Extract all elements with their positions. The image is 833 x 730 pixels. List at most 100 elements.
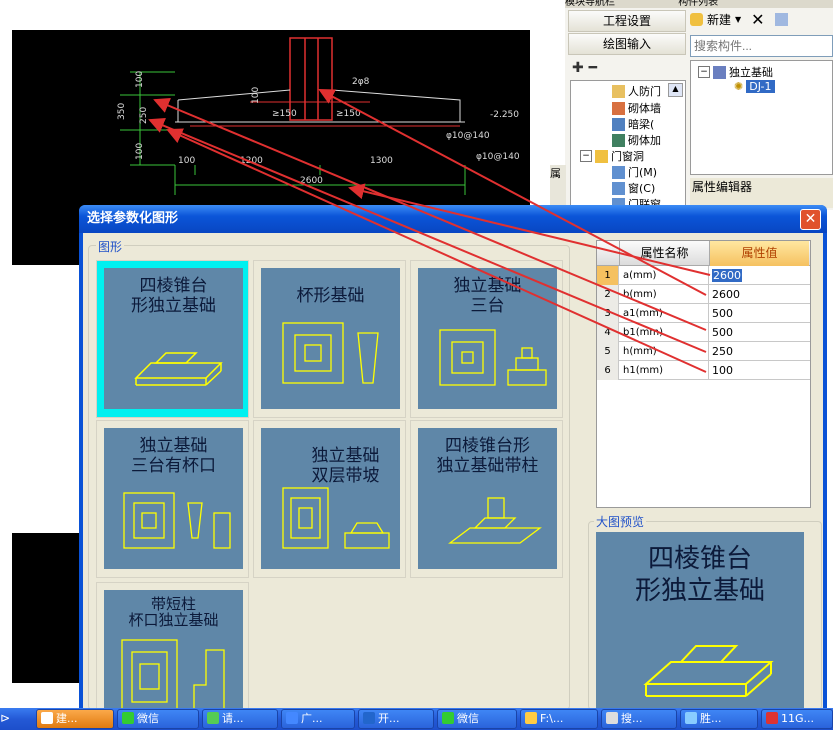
component-toolbar: 新建 ▼ ✕ [690, 10, 788, 29]
app-icon [286, 712, 298, 724]
word-icon [363, 712, 375, 724]
col-property-value: 属性值 [709, 241, 809, 266]
cad-label-2: 100 [251, 87, 261, 104]
close-button[interactable]: ✕ [800, 209, 821, 230]
collapse-icon[interactable]: − [580, 150, 592, 162]
task-item[interactable]: 建... [36, 709, 114, 729]
double-slope-diagram [282, 487, 390, 549]
task-item[interactable]: 请... [202, 709, 278, 729]
tree-root-isolated-footing[interactable]: − 独立基础 [698, 64, 773, 80]
task-item[interactable]: 微信 [437, 709, 517, 729]
dropdown-icon[interactable]: ▼ [735, 15, 741, 24]
dim-bottom-2: 1200 [240, 156, 263, 166]
app-icon [41, 712, 53, 724]
dim-left-2: 350 [117, 103, 127, 120]
tree-item-civil-defense-door[interactable]: 人防门 [612, 83, 661, 99]
pdf-icon [766, 712, 778, 724]
dim-bottom-4: 2600 [300, 176, 323, 186]
window-icon [612, 181, 625, 195]
task-item[interactable]: 11G... [761, 709, 833, 729]
scroll-up-icon[interactable]: ▲ [668, 83, 683, 97]
dialog-title: 选择参数化图形 [79, 205, 827, 233]
cad-label-5: -2.250 [490, 110, 519, 120]
task-item[interactable]: 胜... [680, 709, 758, 729]
value-input[interactable]: 2600 [710, 285, 808, 304]
value-input[interactable]: 500 [710, 323, 808, 342]
property-table: 属性名称 属性值 1 a(mm) 2600 2 b(mm) 2600 3 a1(mm) 50… [596, 240, 811, 508]
wechat-icon [442, 712, 454, 724]
wall-icon [612, 101, 625, 115]
cad-label-7: φ10@140 [476, 152, 520, 162]
taskbar: ⊳ 建... 微信 请... 广... 开... 微信 F:\... 搜... … [0, 708, 833, 730]
property-editor-title: 属性编辑器 [692, 180, 753, 194]
tree-item-dj1[interactable]: ✺ DJ-1 [734, 80, 775, 93]
tree-item-openings[interactable]: − 门窗洞 [580, 148, 644, 164]
preview-title-2: 形独立基础 [634, 576, 765, 606]
table-row[interactable]: 6 h1(mm) 100 [597, 361, 810, 380]
cad-label-1: 2φ8 [352, 77, 370, 87]
delete-icon[interactable]: ✕ [751, 10, 764, 29]
new-button[interactable]: 新建 [707, 11, 731, 28]
shape-thumbnail: 独立基础 双层带坡 [261, 428, 400, 569]
folder-icon [595, 149, 608, 163]
table-row[interactable]: 5 h(mm) 250 [597, 342, 810, 361]
preview-diagram [643, 645, 774, 697]
dim-bottom-3: 1300 [370, 156, 393, 166]
tree-item-door[interactable]: 门(M) [612, 164, 657, 180]
tree-item-masonry-wall[interactable]: 砌体墙 [612, 100, 661, 116]
shape-double-slope-footing[interactable]: 独立基础 双层带坡 [253, 420, 406, 578]
cad-label-4: ≥150 [336, 109, 361, 119]
table-row[interactable]: 3 a1(mm) 500 [597, 304, 810, 323]
copy-icon[interactable] [774, 13, 788, 26]
value-input[interactable]: 500 [710, 304, 808, 323]
large-preview: 四棱锥台 形独立基础 [596, 532, 804, 710]
dim-left-3: 250 [139, 107, 149, 124]
shape-pyramid-with-column[interactable]: 四棱锥台形 独立基础带柱 [410, 420, 563, 578]
side-tab[interactable]: 属 [550, 165, 566, 205]
shape-thumbnail: 独立基础 三台有杯口 [104, 428, 243, 569]
shape-thumbnail: 带短柱 杯口独立基础 [104, 590, 243, 711]
search-input[interactable] [690, 35, 833, 57]
table-row[interactable]: 4 b1(mm) 500 [597, 323, 810, 342]
task-item[interactable]: 微信 [117, 709, 199, 729]
door-icon [612, 84, 625, 98]
tree-item-masonry-reinforce[interactable]: 砌体加 [612, 132, 661, 148]
table-row[interactable]: 2 b(mm) 2600 [597, 285, 810, 304]
project-settings-button[interactable]: 工程设置 [568, 10, 686, 32]
panel-header: 模块导航栏 构件列表 [565, 0, 833, 8]
collapse-icon[interactable]: − [698, 66, 710, 78]
footing-icon [713, 65, 726, 79]
expand-icon[interactable]: ✚ ━ [572, 60, 597, 76]
start-icon[interactable]: ⊳ [0, 711, 10, 725]
three-step-cup-diagram [123, 492, 231, 549]
shape-short-column-cup-footing[interactable]: 带短柱 杯口独立基础 [96, 582, 249, 711]
wechat-icon [122, 712, 134, 724]
shape-three-step-cup-footing[interactable]: 独立基础 三台有杯口 [96, 420, 249, 578]
pyramid-footing-diagram [134, 352, 223, 386]
dim-bottom-1: 100 [178, 156, 195, 166]
tree-item-window[interactable]: 窗(C) [612, 180, 655, 196]
new-icon [690, 13, 703, 26]
dim-left-1: 100 [135, 71, 145, 88]
shape-pyramid-footing[interactable]: 四棱锥台 形独立基础 [96, 260, 249, 418]
task-item[interactable]: F:\... [520, 709, 598, 729]
shape-three-step-footing[interactable]: 独立基础 三台 [410, 260, 563, 418]
task-item[interactable]: 开... [358, 709, 434, 729]
shape-thumbnail: 四棱锥台形 独立基础带柱 [418, 428, 557, 569]
door-icon [612, 165, 625, 179]
drawing-input-button[interactable]: 绘图输入 [568, 33, 686, 55]
value-input[interactable]: 250 [710, 342, 808, 361]
task-item[interactable]: 搜... [601, 709, 677, 729]
component-list-title: 构件列表 [678, 0, 719, 8]
cad-canvas-lower [12, 533, 80, 683]
value-input[interactable]: 2600 [710, 266, 808, 285]
value-input[interactable]: 100 [710, 361, 808, 380]
shape-cup-footing[interactable]: 杯形基础 [253, 260, 406, 418]
beam-icon [612, 117, 625, 131]
tree-item-hidden-beam[interactable]: 暗梁( [612, 116, 654, 132]
table-row[interactable]: 1 a(mm) 2600 [597, 266, 810, 285]
task-item[interactable]: 广... [281, 709, 355, 729]
cad-label-3: ≥150 [272, 109, 297, 119]
cad-label-6: φ10@140 [446, 131, 490, 141]
shapes-group-label: 图形 [96, 238, 125, 255]
